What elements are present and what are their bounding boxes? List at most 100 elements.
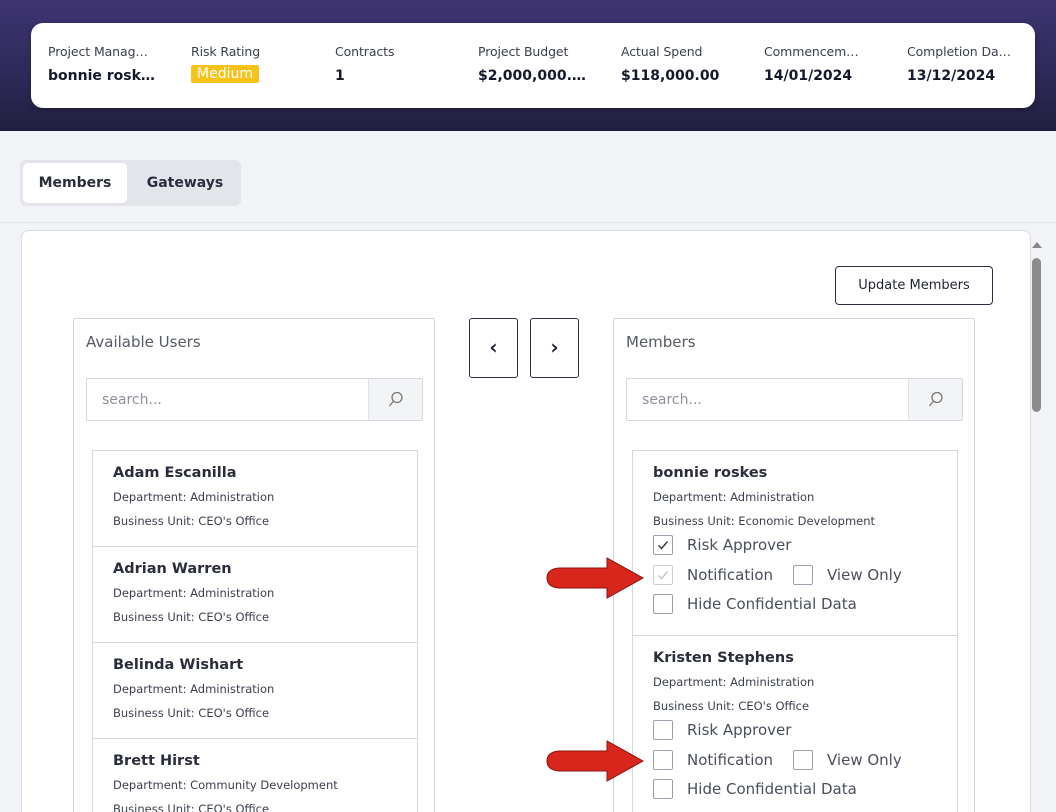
risk-rating-badge: Medium <box>191 65 259 83</box>
checkbox-unchecked <box>653 720 673 740</box>
member-department: Department: Administration <box>653 675 815 689</box>
annotation-arrow-icon <box>546 557 645 599</box>
checkbox-unchecked <box>793 565 813 585</box>
available-users-search-button[interactable] <box>368 379 422 420</box>
risk-approver-checkbox[interactable]: Risk Approver <box>653 535 791 557</box>
member-name: bonnie roskes <box>653 465 768 481</box>
member-card[interactable]: bonnie roskes Department: Administration… <box>633 451 957 636</box>
stat-risk-rating: Risk Rating Medium <box>191 44 311 83</box>
members-search-button[interactable] <box>908 379 962 420</box>
stat-value: $118,000.00 <box>621 68 720 84</box>
stat-label: Contracts <box>335 44 395 59</box>
checkbox-unchecked <box>653 779 673 799</box>
user-department: Department: Administration <box>113 586 275 600</box>
search-icon <box>929 391 943 407</box>
move-left-button[interactable]: ‹ <box>469 318 518 378</box>
available-users-list: Available Users Adam Escanilla Departmen… <box>73 318 435 812</box>
search-icon <box>389 391 403 407</box>
scrollbar-thumb[interactable] <box>1032 258 1041 412</box>
chevron-left-icon: ‹ <box>489 335 498 359</box>
user-department: Department: Administration <box>113 490 275 504</box>
user-name: Belinda Wishart <box>113 657 244 673</box>
member-card[interactable]: Kristen Stephens Department: Administrat… <box>633 636 957 812</box>
stat-value: 14/01/2024 <box>764 68 853 84</box>
update-members-button[interactable]: Update Members <box>835 266 993 305</box>
user-department: Department: Administration <box>113 682 275 696</box>
user-name: Brett Hirst <box>113 753 200 769</box>
member-business-unit: Business Unit: CEO's Office <box>653 699 810 713</box>
tab-bar: Members Gateways <box>20 160 241 206</box>
hide-confidential-label: Hide Confidential Data <box>687 595 857 613</box>
user-business-unit: Business Unit: CEO's Office <box>113 610 270 624</box>
user-card[interactable]: Adrian Warren Department: Administration… <box>93 547 417 643</box>
hide-confidential-checkbox[interactable]: Hide Confidential Data <box>653 779 857 801</box>
checkbox-unchecked <box>793 750 813 770</box>
user-card[interactable]: Belinda Wishart Department: Administrati… <box>93 643 417 739</box>
available-users-search-input[interactable] <box>87 379 369 420</box>
annotation-arrow-icon <box>546 740 645 782</box>
checkbox-unchecked <box>653 750 673 770</box>
stat-project-budget: Project Budget $2,000,000.… <box>478 44 598 84</box>
user-business-unit: Business Unit: CEO's Office <box>113 514 270 528</box>
scroll-up-arrow-icon[interactable] <box>1032 242 1042 248</box>
view-only-checkbox[interactable]: View Only <box>793 565 902 587</box>
risk-approver-label: Risk Approver <box>687 536 792 554</box>
checkbox-checked-disabled <box>653 565 673 585</box>
user-department: Department: Community Development <box>113 778 338 792</box>
user-card[interactable]: Brett Hirst Department: Community Develo… <box>93 739 417 812</box>
tab-gateways[interactable]: Gateways <box>132 163 238 203</box>
user-name: Adrian Warren <box>113 561 232 577</box>
stat-commencement: Commencem… 14/01/2024 <box>764 44 874 84</box>
user-name: Adam Escanilla <box>113 465 237 481</box>
stat-label: Commencem… <box>764 44 859 59</box>
member-business-unit: Business Unit: Economic Development <box>653 514 876 528</box>
stat-project-manager: Project Manag… bonnie rosk… <box>48 44 168 84</box>
project-summary-card: Project Manag… bonnie rosk… Risk Rating … <box>31 23 1035 108</box>
risk-approver-checkbox[interactable]: Risk Approver <box>653 720 791 742</box>
stat-value: $2,000,000.… <box>478 68 586 84</box>
hide-confidential-checkbox[interactable]: Hide Confidential Data <box>653 594 857 616</box>
notification-label: Notification <box>687 566 774 584</box>
available-users-title: Available Users <box>86 333 201 351</box>
stat-label: Project Manag… <box>48 44 148 59</box>
members-list: Members bonnie roskes Department: Admini… <box>613 318 975 812</box>
view-only-label: View Only <box>827 751 902 769</box>
available-users-cards: Adam Escanilla Department: Administratio… <box>92 450 418 812</box>
stat-label: Project Budget <box>478 44 569 59</box>
section-divider <box>0 222 1056 223</box>
user-business-unit: Business Unit: CEO's Office <box>113 802 270 812</box>
stat-completion: Completion Da… 13/12/2024 <box>907 44 1019 84</box>
stat-label: Risk Rating <box>191 44 261 59</box>
notification-checkbox[interactable]: Notification <box>653 750 773 772</box>
members-search-input[interactable] <box>627 379 909 420</box>
stat-actual-spend: Actual Spend $118,000.00 <box>621 44 741 84</box>
view-only-label: View Only <box>827 566 902 584</box>
member-department: Department: Administration <box>653 490 815 504</box>
tab-members[interactable]: Members <box>23 163 127 203</box>
view-only-checkbox[interactable]: View Only <box>793 750 902 772</box>
risk-approver-label: Risk Approver <box>687 721 792 739</box>
stat-value: 1 <box>335 68 345 84</box>
member-name: Kristen Stephens <box>653 650 794 666</box>
notification-label: Notification <box>687 751 774 769</box>
vertical-scrollbar[interactable] <box>1028 238 1046 812</box>
hide-confidential-label: Hide Confidential Data <box>687 780 857 798</box>
move-right-button[interactable]: › <box>530 318 579 378</box>
user-card[interactable]: Adam Escanilla Department: Administratio… <box>93 451 417 547</box>
user-business-unit: Business Unit: CEO's Office <box>113 706 270 720</box>
stat-contracts: Contracts 1 <box>335 44 455 84</box>
check-icon <box>657 541 669 550</box>
stat-value: bonnie rosk… <box>48 68 155 84</box>
chevron-right-icon: › <box>550 335 559 359</box>
project-header: Project Manag… bonnie rosk… Risk Rating … <box>0 0 1056 131</box>
members-cards: bonnie roskes Department: Administration… <box>632 450 958 812</box>
stat-label: Completion Da… <box>907 44 1011 59</box>
notification-checkbox[interactable]: Notification <box>653 565 773 587</box>
members-title: Members <box>626 333 696 351</box>
checkbox-unchecked <box>653 594 673 614</box>
members-search <box>626 378 963 421</box>
check-icon <box>657 571 669 580</box>
stat-label: Actual Spend <box>621 44 703 59</box>
checkbox-checked <box>653 535 673 555</box>
stat-value: 13/12/2024 <box>907 68 996 84</box>
